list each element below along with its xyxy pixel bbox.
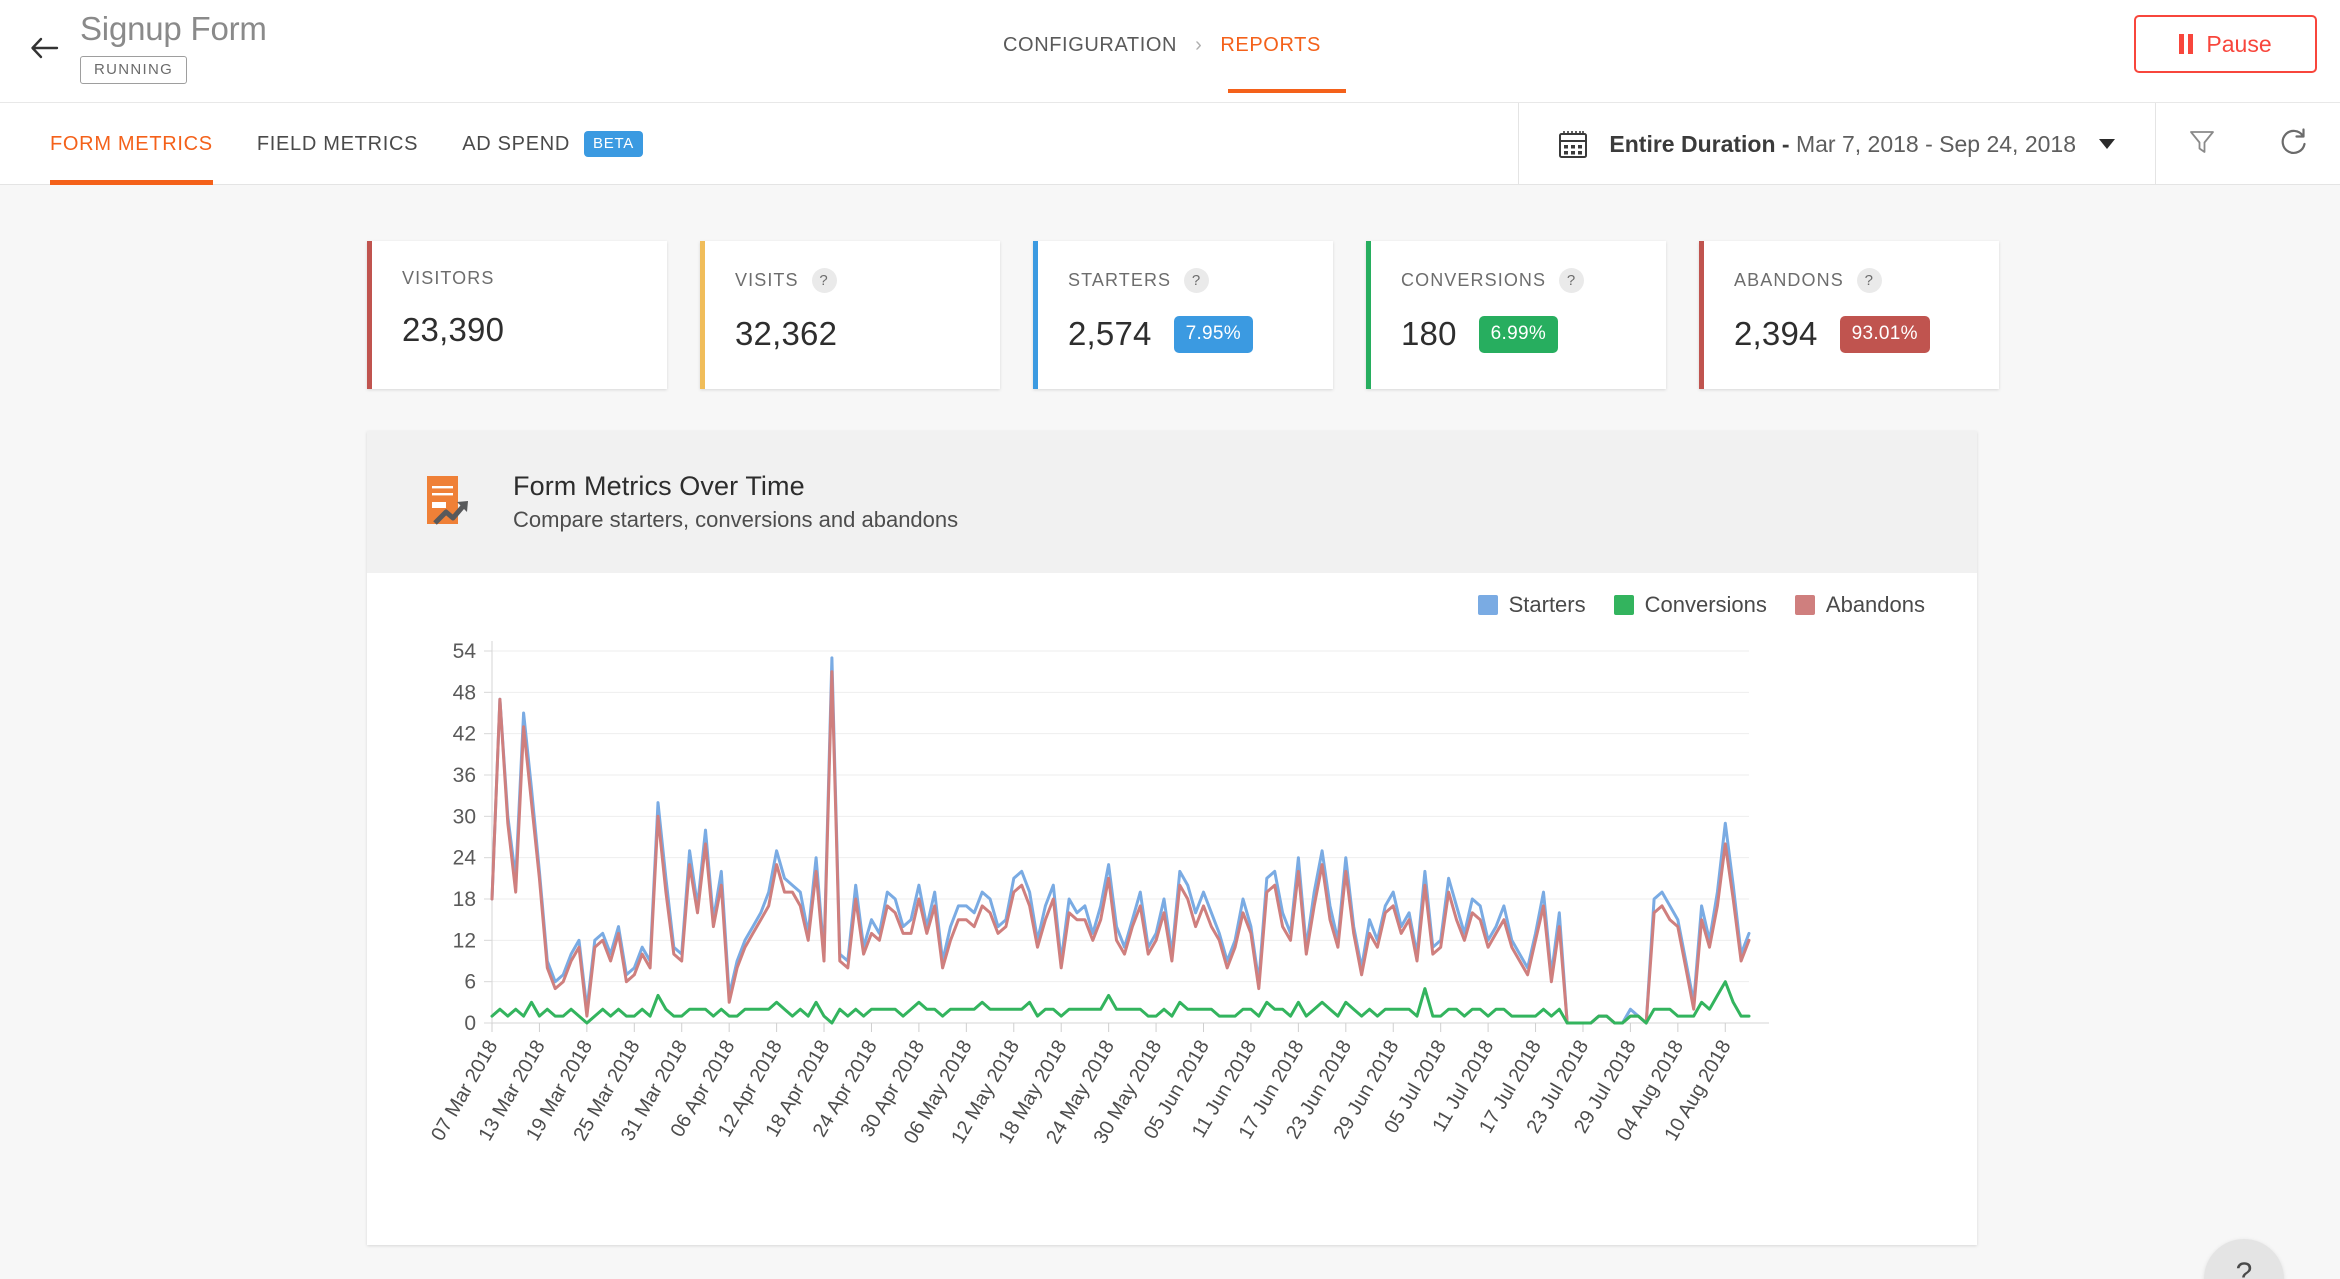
metric-label: VISITS (735, 270, 799, 290)
metric-label: ABANDONS (1734, 270, 1844, 290)
breadcrumb-configuration[interactable]: CONFIGURATION (1003, 34, 1177, 57)
title-block: Signup Form RUNNING (80, 8, 267, 84)
legend-swatch-conversions (1613, 595, 1634, 615)
metric-value: 23,390 (402, 311, 505, 348)
page-title: Signup Form (80, 10, 267, 47)
filter-icon (2187, 127, 2217, 162)
metric-card-value-row: 32,362 (735, 315, 1000, 353)
metric-card-visits: VISITS ? 32,362 (700, 241, 1000, 389)
metric-card-value-row: 2,574 7.95% (1068, 315, 1333, 353)
tab-list: FORM METRICS FIELD METRICS AD SPEND BETA (28, 103, 665, 185)
help-fab-label: ? (2235, 1257, 2253, 1279)
date-range-label: Entire Duration - (1609, 130, 1790, 157)
metric-card-label-row: ABANDONS ? (1734, 268, 1999, 293)
metric-label: STARTERS (1068, 270, 1172, 290)
filter-button[interactable] (2156, 103, 2248, 185)
metric-value: 32,362 (735, 315, 838, 352)
tab-field-metrics-label: FIELD METRICS (256, 132, 419, 155)
svg-text:48: 48 (453, 681, 476, 704)
metric-card-label-row: VISITORS (402, 268, 667, 289)
legend-item-starters[interactable]: Starters (1477, 592, 1586, 618)
breadcrumb: CONFIGURATION › REPORTS (1003, 34, 1321, 57)
metric-value: 2,394 (1734, 315, 1818, 352)
pause-icon (2179, 34, 2194, 54)
breadcrumb-reports[interactable]: REPORTS (1220, 34, 1321, 57)
chart-svg: 06121824303642485407 Mar 201813 Mar 2018… (427, 640, 1769, 1148)
metric-percent-badge: 6.99% (1478, 315, 1559, 353)
svg-text:6: 6 (464, 971, 476, 994)
legend-label-abandons: Abandons (1825, 592, 1925, 617)
panel-header: Form Metrics Over Time Compare starters,… (367, 431, 1977, 573)
help-icon[interactable]: ? (1559, 268, 1585, 293)
top-header-bar: Signup Form RUNNING CONFIGURATION › REPO… (0, 0, 2340, 103)
metric-card-value-row: 180 6.99% (1401, 315, 1666, 353)
toolbar-right: Entire Duration - Mar 7, 2018 - Sep 24, … (1518, 103, 2340, 185)
pause-button[interactable]: Pause (2134, 15, 2317, 73)
metric-card-visitors: VISITORS 23,390 (367, 241, 667, 389)
main-content: VISITORS 23,390 VISITS ? 32,362 STARTERS… (0, 185, 2340, 1279)
chart-panel-body: Starters Conversions Abandons 0 6 12 18 24 30… (367, 573, 1977, 1245)
help-icon[interactable]: ? (1856, 268, 1882, 293)
svg-text:42: 42 (453, 723, 476, 746)
metric-card-starters: STARTERS ? 2,574 7.95% (1033, 241, 1333, 389)
status-badge: RUNNING (80, 56, 188, 84)
svg-text:18: 18 (453, 888, 476, 911)
legend-item-conversions[interactable]: Conversions (1613, 592, 1767, 618)
metric-card-label-row: STARTERS ? (1068, 268, 1333, 293)
panel-title: Form Metrics Over Time (513, 471, 805, 501)
beta-badge: BETA (584, 131, 643, 157)
calendar-icon (1556, 127, 1590, 161)
svg-text:30: 30 (453, 805, 476, 828)
refresh-button[interactable] (2248, 103, 2340, 185)
panel-subtitle: Compare starters, conversions and abando… (513, 507, 959, 532)
pause-button-label: Pause (2206, 30, 2272, 57)
svg-text:12: 12 (453, 929, 476, 952)
metric-card-abandons: ABANDONS ? 2,394 93.01% (1699, 241, 1999, 389)
help-icon[interactable]: ? (1184, 268, 1210, 293)
svg-text:24: 24 (453, 847, 477, 870)
metric-cards-row: VISITORS 23,390 VISITS ? 32,362 STARTERS… (0, 185, 2340, 389)
metric-label: CONVERSIONS (1401, 270, 1547, 290)
tab-bar: FORM METRICS FIELD METRICS AD SPEND BETA (0, 103, 2340, 185)
breadcrumb-active-underline (1228, 89, 1346, 93)
refresh-icon (2278, 126, 2310, 163)
metric-percent-badge: 7.95% (1173, 315, 1253, 353)
svg-text:54: 54 (453, 640, 477, 663)
tab-form-metrics[interactable]: FORM METRICS (28, 103, 235, 185)
metric-card-value-row: 23,390 (402, 311, 667, 349)
tab-ad-spend[interactable]: AD SPEND BETA (440, 103, 665, 185)
legend-label-starters: Starters (1508, 592, 1586, 617)
date-range-value: Mar 7, 2018 - Sep 24, 2018 (1795, 130, 2076, 157)
form-metrics-panel: Form Metrics Over Time Compare starters,… (367, 431, 1977, 1245)
help-icon[interactable]: ? (811, 268, 837, 293)
metric-label: VISITORS (402, 268, 495, 288)
legend-swatch-starters (1477, 595, 1498, 615)
help-fab-button[interactable]: ? (2204, 1239, 2284, 1279)
line-chart[interactable]: 0 6 12 18 24 30 36 42 48 54 07 Mar 2018 13 Mar 2018… (367, 633, 1977, 1233)
metric-card-value-row: 2,394 93.01% (1734, 315, 1999, 353)
metric-value: 180 (1401, 315, 1457, 352)
tab-field-metrics[interactable]: FIELD METRICS (235, 103, 440, 185)
metric-card-conversions: CONVERSIONS ? 180 6.99% (1366, 241, 1666, 389)
panel-header-text: Form Metrics Over Time Compare starters,… (513, 471, 958, 533)
chart-legend: Starters Conversions Abandons (1477, 592, 1925, 618)
back-arrow-icon[interactable] (28, 32, 60, 64)
metric-card-label-row: VISITS ? (735, 268, 1000, 293)
legend-swatch-abandons (1794, 595, 1815, 615)
report-chart-icon (421, 471, 483, 533)
chevron-down-icon (2099, 139, 2115, 149)
metric-card-label-row: CONVERSIONS ? (1401, 268, 1666, 293)
tab-form-metrics-label: FORM METRICS (50, 132, 213, 155)
chevron-right-icon: › (1195, 34, 1203, 56)
tab-ad-spend-label: AD SPEND (462, 132, 571, 155)
metric-value: 2,574 (1068, 315, 1152, 352)
svg-text:36: 36 (453, 764, 476, 787)
legend-item-abandons[interactable]: Abandons (1794, 592, 1925, 618)
metric-percent-badge: 93.01% (1839, 315, 1930, 353)
date-range-text: Entire Duration - Mar 7, 2018 - Sep 24, … (1609, 131, 2076, 158)
legend-label-conversions: Conversions (1644, 592, 1767, 617)
date-range-selector[interactable]: Entire Duration - Mar 7, 2018 - Sep 24, … (1519, 103, 2156, 185)
svg-text:0: 0 (464, 1012, 476, 1035)
